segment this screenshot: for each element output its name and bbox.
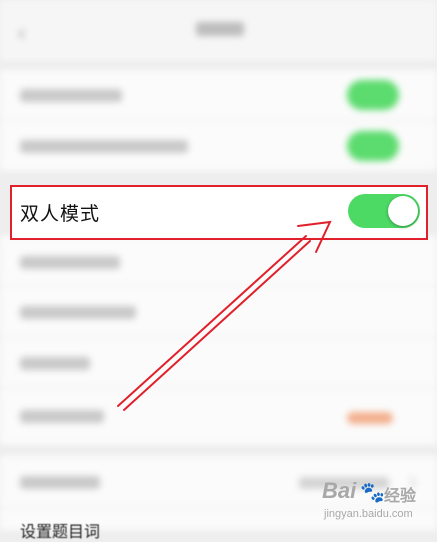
- watermark-suffix: 经验: [384, 488, 417, 505]
- paw-icon: 🐾: [360, 482, 385, 504]
- partial-setting-label: 设置题目词: [20, 522, 101, 541]
- watermark-brand: Bai: [322, 478, 357, 503]
- annotation-arrow: [117, 220, 332, 411]
- watermark-url: jingyan.baidu.com: [324, 508, 413, 520]
- baidu-watermark: Bai 🐾 经验 jingyan.baidu.com: [322, 478, 432, 526]
